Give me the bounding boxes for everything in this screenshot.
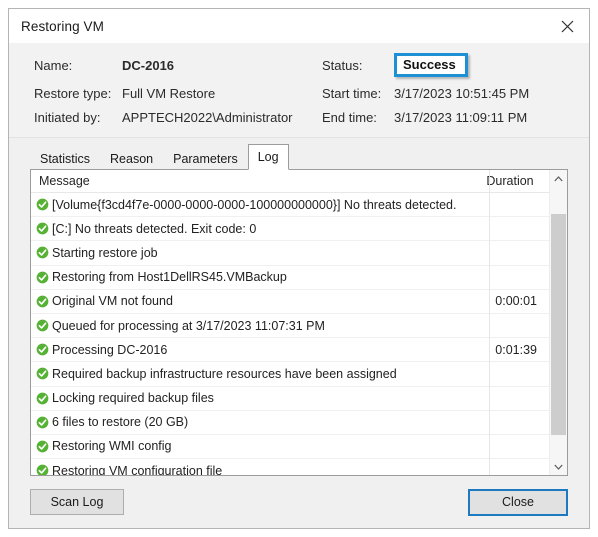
log-row[interactable]: Restoring VM configuration file [31, 459, 549, 475]
log-row-message-text: [C:] No threats detected. Exit code: 0 [52, 221, 257, 236]
tab-parameters[interactable]: Parameters [163, 148, 248, 170]
close-button[interactable]: Close [468, 488, 568, 516]
log-row[interactable]: 6 files to restore (20 GB) [31, 411, 549, 435]
log-row-message-cell: Starting restore job [31, 246, 459, 260]
log-header-row: Message Duration [31, 170, 549, 193]
tab-statistics[interactable]: Statistics [30, 148, 100, 170]
success-check-icon [36, 440, 49, 453]
log-list: Message Duration [Volume{f3cd4f7e-0000-0… [30, 169, 568, 476]
success-check-icon [36, 464, 49, 475]
log-row-message-cell: Processing DC-2016 [31, 343, 459, 357]
log-row-message-cell: Locking required backup files [31, 391, 459, 405]
success-check-icon [36, 343, 49, 356]
success-check-icon [36, 367, 49, 380]
restore-type-label: Restore type: [34, 86, 112, 101]
log-row-message-text: Restoring VM configuration file [52, 463, 223, 475]
log-row[interactable]: Queued for processing at 3/17/2023 11:07… [31, 314, 549, 339]
status-badge: Success [394, 53, 468, 77]
log-row-message-cell: Required backup infrastructure resources… [31, 367, 459, 381]
title-bar: Restoring VM [9, 9, 589, 43]
log-row[interactable]: Processing DC-2016 0:01:39 [31, 338, 549, 363]
log-list-body: Message Duration [Volume{f3cd4f7e-0000-0… [31, 170, 549, 475]
log-row-message-text: Required backup infrastructure resources… [52, 366, 397, 381]
chevron-up-icon[interactable] [550, 170, 567, 187]
log-row-message-text: Queued for processing at 3/17/2023 11:07… [52, 318, 325, 333]
restoring-vm-dialog: Restoring VM Name: DC-2016 Status: Succe… [8, 8, 590, 529]
log-row[interactable]: [Volume{f3cd4f7e-0000-0000-0000-10000000… [31, 193, 549, 218]
summary-header: Name: DC-2016 Status: Success Restore ty… [9, 43, 589, 138]
log-scrollbar[interactable] [549, 170, 567, 475]
tab-strip: Statistics Reason Parameters Log [9, 138, 589, 170]
name-label: Name: [34, 57, 73, 73]
log-row[interactable]: Original VM not found 0:00:01 [31, 290, 549, 314]
log-row-message-cell: Queued for processing at 3/17/2023 11:07… [31, 319, 459, 333]
close-icon[interactable] [545, 10, 589, 43]
log-row-message-cell: Restoring VM configuration file [31, 464, 459, 475]
log-row-message-cell: Original VM not found [31, 294, 459, 308]
column-header-message[interactable]: Message [31, 174, 471, 188]
success-check-icon [36, 416, 49, 429]
success-check-icon [36, 319, 49, 332]
name-value: DC-2016 [122, 57, 175, 73]
start-time-value: 3/17/2023 10:51:45 PM [394, 86, 530, 101]
restore-type-value: Full VM Restore [122, 86, 216, 101]
success-check-icon [36, 295, 49, 308]
scrollbar-thumb[interactable] [551, 214, 566, 435]
log-row-message-cell: 6 files to restore (20 GB) [31, 415, 459, 429]
log-row[interactable]: Starting restore job [31, 241, 549, 266]
scan-log-button[interactable]: Scan Log [30, 489, 124, 515]
chevron-down-icon[interactable] [550, 458, 567, 475]
log-row-message-text: Locking required backup files [52, 391, 214, 406]
log-row[interactable]: [C:] No threats detected. Exit code: 0 [31, 217, 549, 242]
success-check-icon [36, 246, 49, 259]
tab-reason[interactable]: Reason [100, 148, 163, 170]
log-row-message-text: Restoring WMI config [52, 439, 172, 454]
log-row[interactable]: Required backup infrastructure resources… [31, 362, 549, 387]
log-row[interactable]: Restoring WMI config [31, 435, 549, 460]
end-time-label: End time: [322, 110, 377, 125]
log-row-duration: 0:00:01 [495, 294, 537, 309]
initiated-by-label: Initiated by: [34, 110, 101, 125]
log-rows-container: [Volume{f3cd4f7e-0000-0000-0000-10000000… [31, 193, 549, 475]
dialog-footer: Scan Log Close [9, 476, 589, 528]
log-row[interactable]: Locking required backup files [31, 387, 549, 411]
success-check-icon [36, 271, 49, 284]
log-row-message-text: 6 files to restore (20 GB) [52, 415, 189, 430]
log-row-message-text: Restoring from Host1DellRS45.VMBackup [52, 270, 287, 285]
log-row-duration: 0:01:39 [495, 342, 537, 357]
log-row-message-cell: Restoring from Host1DellRS45.VMBackup [31, 270, 459, 284]
log-row-message-text: Processing DC-2016 [52, 342, 168, 357]
log-row[interactable]: Restoring from Host1DellRS45.VMBackup [31, 266, 549, 290]
log-row-message-cell: [C:] No threats detected. Exit code: 0 [31, 222, 459, 236]
log-row-message-text: Starting restore job [52, 245, 158, 260]
screen: Restoring VM Name: DC-2016 Status: Succe… [0, 0, 598, 537]
status-cell: Success [394, 53, 589, 77]
success-check-icon [36, 392, 49, 405]
status-label: Status: [322, 57, 363, 73]
window-title: Restoring VM [21, 18, 104, 34]
scrollbar-track[interactable] [550, 187, 567, 458]
success-check-icon [36, 222, 49, 235]
log-row-message-text: Original VM not found [52, 294, 173, 309]
log-row-message-text: [Volume{f3cd4f7e-0000-0000-0000-10000000… [52, 197, 459, 212]
log-row-message-cell: Restoring WMI config [31, 439, 459, 453]
success-check-icon [36, 198, 49, 211]
end-time-value: 3/17/2023 11:09:11 PM [394, 110, 528, 125]
log-row-message-cell: [Volume{f3cd4f7e-0000-0000-0000-10000000… [31, 198, 459, 212]
column-header-duration[interactable]: Duration [471, 174, 549, 188]
initiated-by-value: APPTECH2022\Administrator [122, 110, 293, 125]
start-time-label: Start time: [322, 86, 382, 101]
tab-log[interactable]: Log [247, 144, 289, 170]
